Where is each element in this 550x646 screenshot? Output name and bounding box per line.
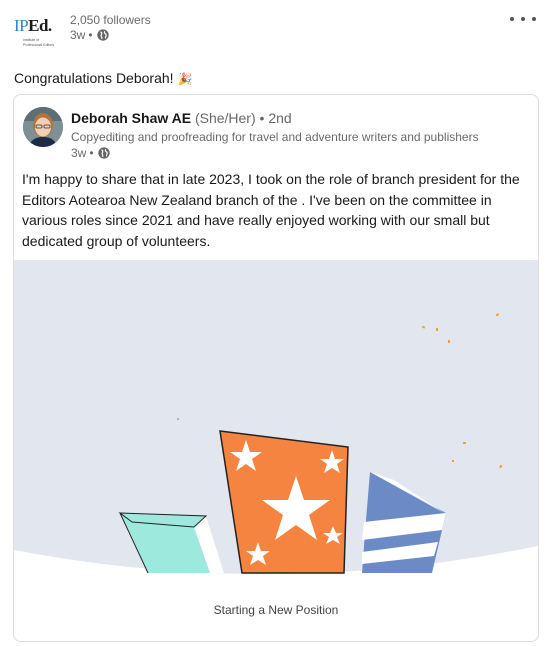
author-name[interactable]: Deborah Shaw AE [71,110,191,126]
follower-count: 2,050 followers [70,13,151,27]
shared-post-card[interactable]: Deborah Shaw AE (She/Her) • 2nd Copyedit… [13,94,539,642]
avatar-photo [23,107,63,147]
post-time: 3w [70,28,86,42]
feed-post: IPEd. Institute of Professional Editors … [0,0,550,646]
illustration-caption: Starting a New Position [213,603,339,617]
more-options-button[interactable] [510,10,536,28]
party-popper-emoji: 🎉 [177,72,193,86]
author-pronouns: (She/Her) [194,110,256,126]
dot-icon [532,17,536,21]
new-position-illustration [14,260,538,580]
orange-gift-box [219,430,349,574]
logo-ip: IP [14,16,29,35]
shared-post-meta: 3w • [71,146,111,160]
shared-post-time: 3w [71,146,87,160]
post-meta: 3w • [70,28,110,42]
logo-ed: Ed. [28,16,52,35]
globe-icon [97,147,110,159]
dot-icon [521,17,525,21]
avatar[interactable] [23,107,63,147]
dot-icon [510,17,514,21]
author-headline: Copyediting and proofreading for travel … [71,130,479,144]
post-commentary: Congratulations Deborah! 🎉 [14,70,193,86]
globe-icon [96,29,109,41]
shared-post-body: I'm happy to share that in late 2023, I … [22,171,520,249]
connection-degree: • 2nd [259,110,292,126]
author-name-line[interactable]: Deborah Shaw AE (She/Her) • 2nd [71,110,292,126]
org-logo[interactable]: IPEd. Institute of Professional Editors [14,12,60,58]
logo-subtitle: Institute of Professional Editors [23,38,55,47]
